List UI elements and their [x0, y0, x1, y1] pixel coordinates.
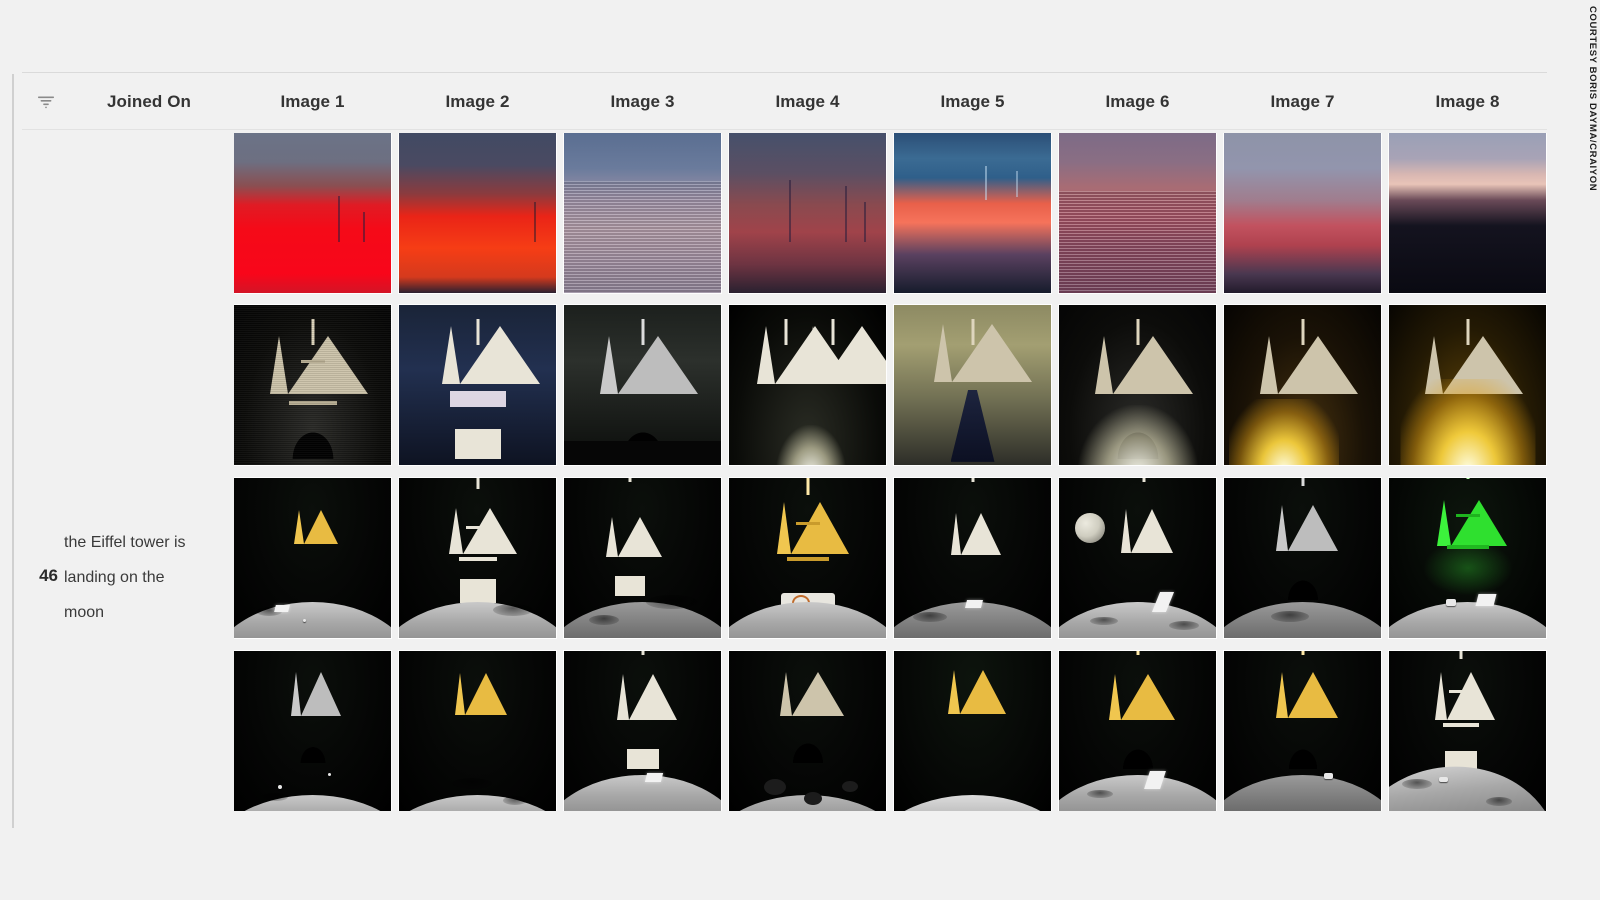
table-header-row: Joined On Image 1 Image 2 Image 3 Image … [0, 74, 1600, 129]
grid-image-r1c4[interactable] [729, 133, 886, 293]
grid-image-r3c2[interactable] [399, 478, 556, 638]
grid-image-r4c3[interactable] [564, 651, 721, 811]
table-top-rule [22, 72, 1547, 73]
grid-image-r3c6[interactable] [1059, 478, 1216, 638]
grid-image-r2c7[interactable] [1224, 305, 1381, 465]
grid-image-r1c3[interactable] [564, 133, 721, 293]
column-header-image-3[interactable]: Image 3 [564, 74, 721, 129]
column-header-image-6[interactable]: Image 6 [1059, 74, 1216, 129]
grid-image-r1c5[interactable] [894, 133, 1051, 293]
grid-image-r2c8[interactable] [1389, 305, 1546, 465]
filter-button[interactable] [22, 74, 70, 129]
grid-image-r3c3[interactable] [564, 478, 721, 638]
grid-image-r2c5[interactable] [894, 305, 1051, 465]
row-prompt-line-2: landing on the [64, 569, 165, 586]
grid-image-r4c8[interactable] [1389, 651, 1546, 811]
grid-image-r1c1[interactable] [234, 133, 391, 293]
grid-image-r1c2[interactable] [399, 133, 556, 293]
grid-image-r2c1[interactable] [234, 305, 391, 465]
column-header-image-5[interactable]: Image 5 [894, 74, 1051, 129]
grid-image-r4c2[interactable] [399, 651, 556, 811]
table-header-rule [22, 129, 1547, 130]
grid-image-r3c1[interactable] [234, 478, 391, 638]
grid-image-r3c5[interactable] [894, 478, 1051, 638]
column-header-image-4[interactable]: Image 4 [729, 74, 886, 129]
grid-image-r1c7[interactable] [1224, 133, 1381, 293]
column-header-joined-on[interactable]: Joined On [74, 74, 224, 129]
grid-image-r2c4[interactable] [729, 305, 886, 465]
column-header-image-2[interactable]: Image 2 [399, 74, 556, 129]
grid-image-r4c1[interactable] [234, 651, 391, 811]
column-header-image-1[interactable]: Image 1 [234, 74, 391, 129]
grid-image-r4c6[interactable] [1059, 651, 1216, 811]
row-prompt-line-3: moon [64, 604, 105, 621]
grid-image-r1c6[interactable] [1059, 133, 1216, 293]
grid-image-r2c3[interactable] [564, 305, 721, 465]
image-grid [234, 133, 1547, 811]
filter-funnel-icon [38, 96, 54, 108]
row-index: 46 [39, 566, 58, 585]
grid-image-r3c7[interactable] [1224, 478, 1381, 638]
table-left-rule [12, 74, 14, 828]
grid-image-r3c4[interactable] [729, 478, 886, 638]
row-prompt-line-1: the Eiffel tower is [64, 534, 186, 551]
column-header-image-7[interactable]: Image 7 [1224, 74, 1381, 129]
photo-credit: COURTESY BORIS DAYMA/CRAIYON [1587, 6, 1598, 192]
grid-image-r2c2[interactable] [399, 305, 556, 465]
screenshot-root: Joined On Image 1 Image 2 Image 3 Image … [0, 0, 1600, 900]
grid-image-r1c8[interactable] [1389, 133, 1546, 293]
column-header-image-8[interactable]: Image 8 [1389, 74, 1546, 129]
grid-image-r4c4[interactable] [729, 651, 886, 811]
grid-image-r2c6[interactable] [1059, 305, 1216, 465]
grid-image-r4c7[interactable] [1224, 651, 1381, 811]
grid-image-r3c8[interactable] [1389, 478, 1546, 638]
grid-image-r4c5[interactable] [894, 651, 1051, 811]
